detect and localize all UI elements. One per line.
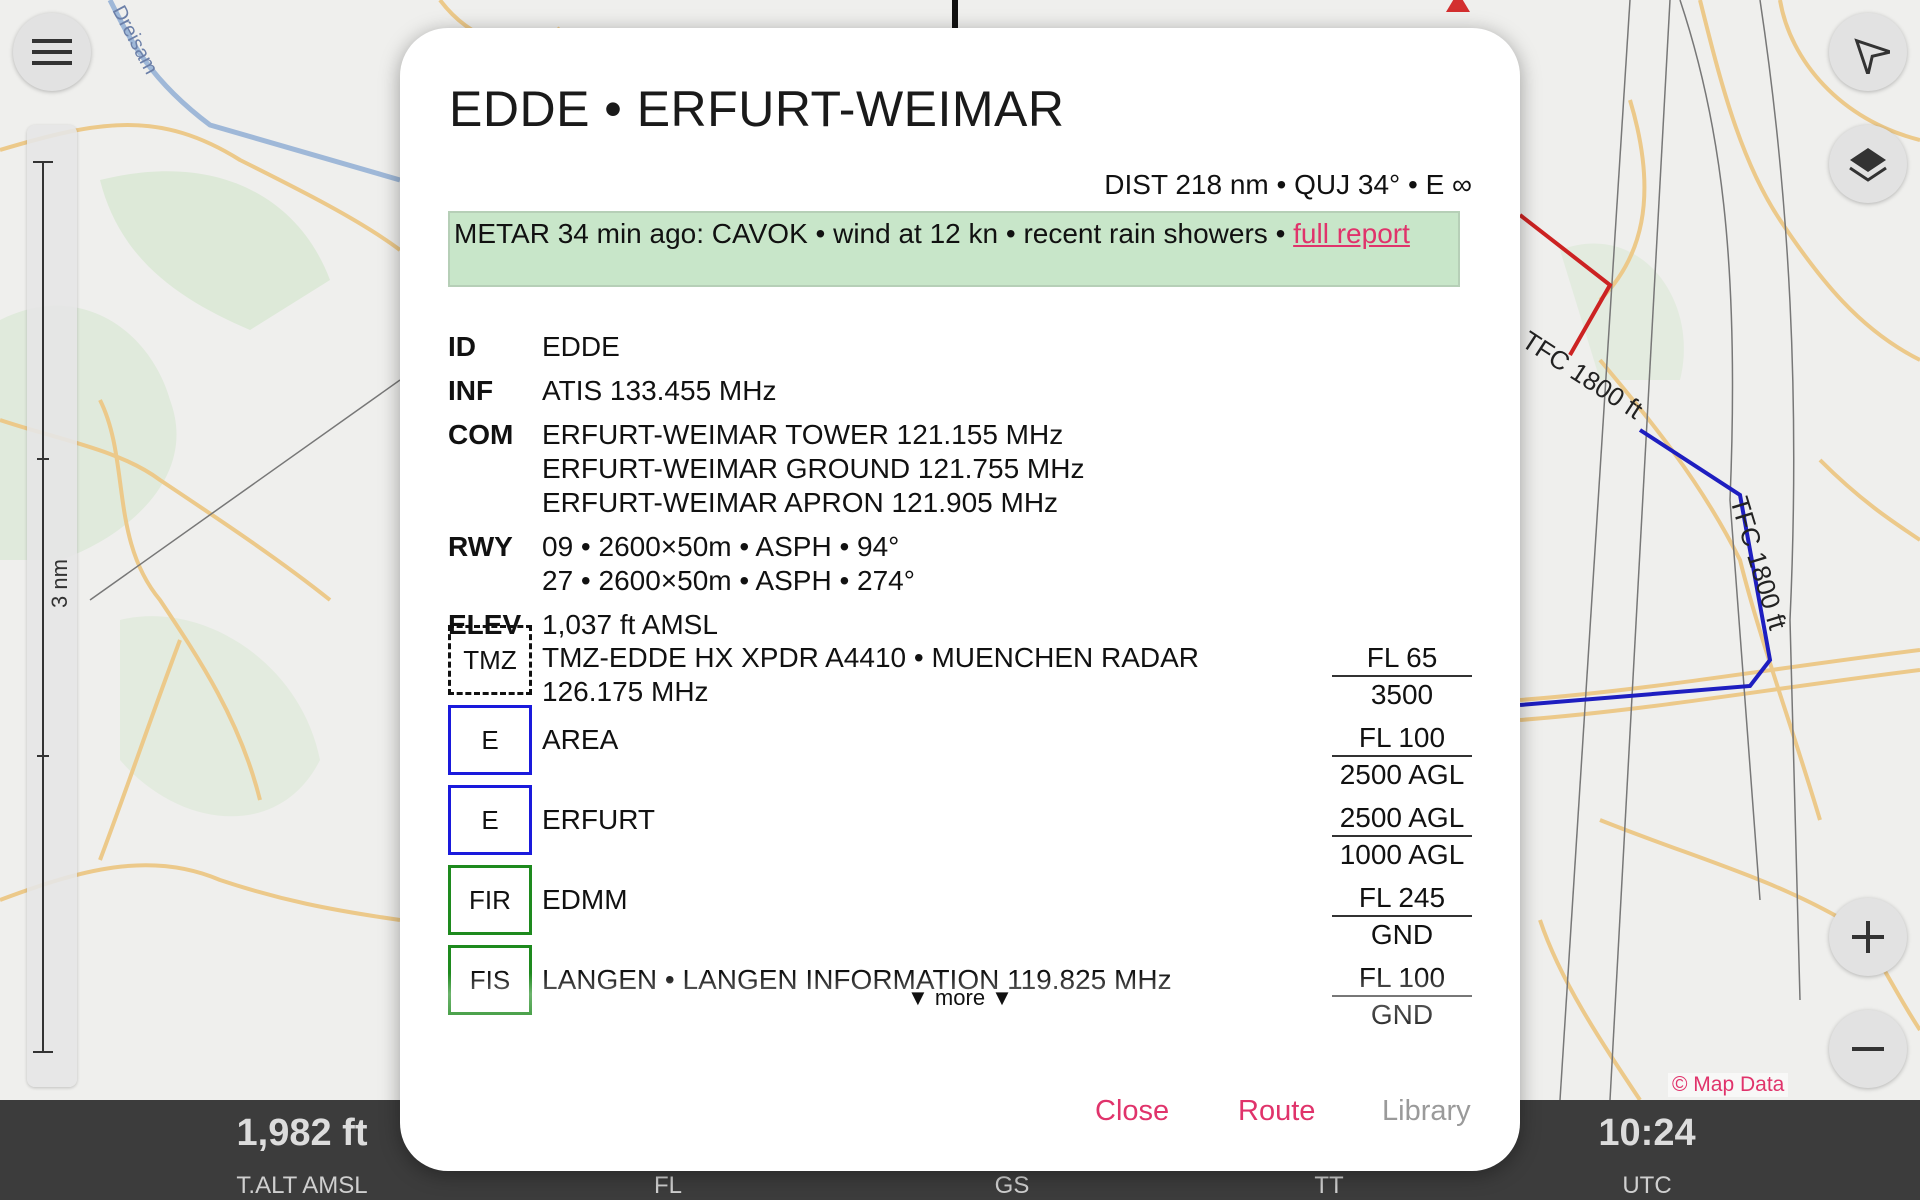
minus-icon [1852,1047,1884,1051]
airspace-name-line: 126.175 MHz [542,676,709,707]
airspace-class-box: E [448,785,532,855]
airspace-name: EDMM [542,883,628,917]
airspace-upper-limit: 2500 AGL [1332,801,1472,837]
metar-full-report-link[interactable]: full report [1293,218,1410,249]
row-value-line: EDDE [542,331,620,362]
metar-text: METAR 34 min ago: CAVOK • wind at 12 kn … [454,218,1294,249]
airspace-lower-limit: 1000 AGL [1339,839,1465,870]
dialog-title: EDDE • ERFURT-WEIMAR [449,81,1065,137]
row-key: INF [448,375,494,406]
airspace-name-line: TMZ-EDDE HX XPDR A4410 • MUENCHEN RADAR [542,642,1200,673]
airspace-lower-limit: 3500 [1370,679,1434,710]
row-value-line: ATIS 133.455 MHz [542,375,777,406]
close-button[interactable]: Close [1095,1095,1169,1128]
row-value-line: ERFURT-WEIMAR APRON 121.905 MHz [542,487,1059,518]
airspace-limits: 2500 AGL 1000 AGL [1332,801,1472,871]
row-value-line: 09 • 2600×50m • ASPH • 94° [542,531,900,562]
airspace-lower-limit: 2500 AGL [1339,759,1465,790]
status-true-altitude: 1,982 ft T.ALT AMSL [182,1100,422,1200]
airspace-class-box: TMZ [448,625,532,695]
airspace-limits: FL 245 GND [1332,881,1472,951]
row-value: ATIS 133.455 MHz [542,374,776,408]
row-value: EDDE [542,330,620,364]
row-key: COM [448,419,514,450]
status-label: T.ALT AMSL [236,1172,368,1199]
airspace-name-line: EDMM [542,884,628,915]
airspace-upper-limit: FL 245 [1332,881,1472,917]
row-value-line: 27 • 2600×50m • ASPH • 274° [542,565,915,596]
row-key: RWY [448,531,513,562]
airspace-upper-limit: FL 100 [1332,721,1472,757]
hamburger-menu-icon [32,39,72,65]
airspace-name: ERFURT [542,803,655,837]
distance-bearing-info: DIST 218 nm • QUJ 34° • E ∞ [1104,169,1472,200]
status-value: 1,982 ft [236,1112,368,1154]
status-value: 10:24 [1598,1112,1696,1154]
airspace-name-line: AREA [542,724,619,755]
airspace-limits: FL 100 2500 AGL [1332,721,1472,791]
status-utc-time: 10:24 UTC [1527,1100,1767,1200]
scale-label: 3 nm [47,559,72,608]
airspace-limits: FL 65 3500 [1332,641,1472,711]
more-indicator[interactable]: ▼ more ▼ [400,985,1520,1011]
zoom-in-button[interactable] [1829,898,1907,976]
row-value-line: 1,037 ft AMSL [542,609,718,640]
waypoint-dialog: EDDE • ERFURT-WEIMAR DIST 218 nm • QUJ 3… [400,28,1520,1171]
row-value: ERFURT-WEIMAR TOWER 121.155 MHz ERFURT-W… [542,418,1084,520]
airspace-name: TMZ-EDDE HX XPDR A4410 • MUENCHEN RADAR … [542,641,1199,709]
menu-button[interactable] [13,13,91,91]
plus-icon [1852,921,1884,953]
library-button[interactable]: Library [1382,1095,1471,1128]
airspace-lower-limit: GND [1370,919,1434,950]
status-label: GS [994,1172,1030,1199]
row-value: 1,037 ft AMSL [542,608,718,642]
status-label: UTC [1622,1172,1672,1199]
airspace-name: AREA [542,723,618,757]
airspace-upper-limit: FL 65 [1332,641,1472,677]
airspace-name-line: ERFURT [542,804,656,835]
row-value: 09 • 2600×50m • ASPH • 94° 27 • 2600×50m… [542,530,915,598]
layers-icon [1849,148,1887,182]
row-value-line: ERFURT-WEIMAR TOWER 121.155 MHz [542,419,1064,450]
row-key: ID [448,331,476,362]
airspace-class-box: FIR [448,865,532,935]
zoom-out-button[interactable] [1829,1010,1907,1088]
row-value-line: ERFURT-WEIMAR GROUND 121.755 MHz [542,453,1085,484]
status-label: FL [653,1172,682,1199]
map-attribution-link[interactable]: © Map Data [1668,1073,1789,1097]
metar-summary: METAR 34 min ago: CAVOK • wind at 12 kn … [448,211,1460,287]
status-label: TT [1314,1172,1344,1199]
north-up-button[interactable] [1829,13,1907,91]
route-button[interactable]: Route [1238,1095,1315,1128]
airspace-class-box: E [448,705,532,775]
layers-button[interactable] [1829,125,1907,203]
north-arrow-icon [1854,38,1890,74]
